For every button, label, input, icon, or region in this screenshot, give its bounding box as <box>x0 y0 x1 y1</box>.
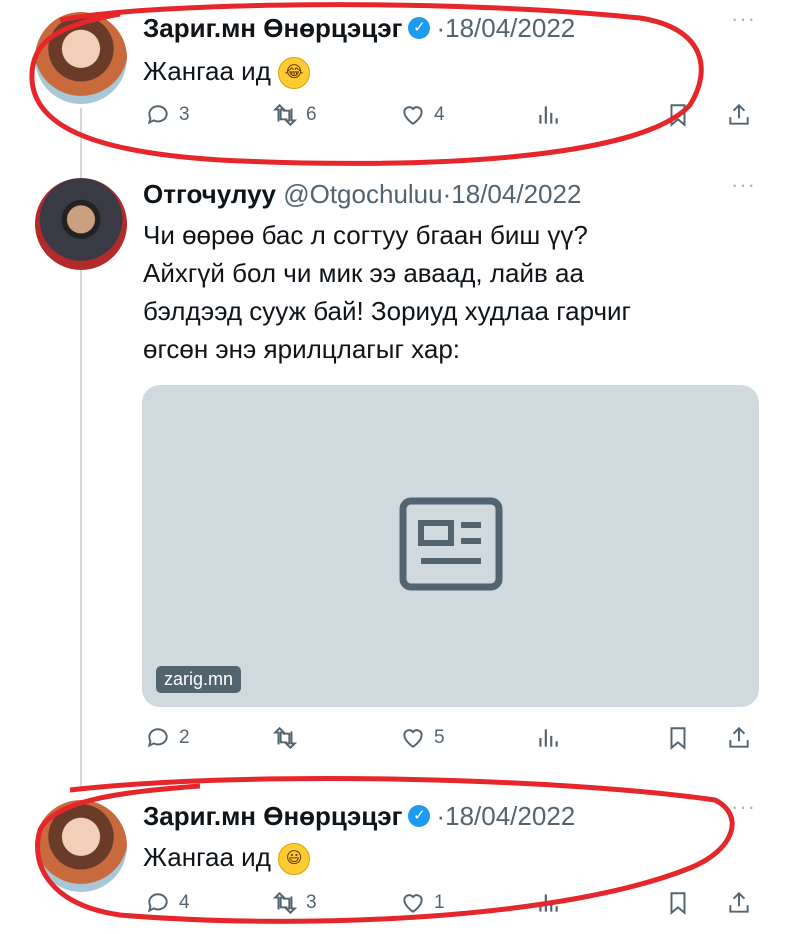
card-domain-label: zarig.mn <box>156 666 242 693</box>
tweet-text: Жангаа ид 😂 <box>143 52 311 90</box>
author-name[interactable]: Отгочулуу <box>143 179 276 209</box>
share-icon <box>729 726 749 748</box>
bookmark-button[interactable] <box>665 890 691 916</box>
bookmark-button[interactable] <box>665 725 691 751</box>
tweet-text-line: бэлдээд сууж бай! Зориуд худлаа гарчиг <box>143 296 632 326</box>
tweet-actions: 4 3 1 <box>0 890 794 922</box>
reply-button[interactable]: 3 <box>145 102 190 128</box>
tweet-text-line: Жангаа ид <box>143 842 271 872</box>
bookmark-icon <box>670 104 686 127</box>
reply-button[interactable]: 2 <box>145 725 190 751</box>
tweet-header: Зариг.мн Өнөрцэцэг ✓ ·18/04/2022 <box>143 800 575 832</box>
more-options-icon[interactable]: ··· <box>731 794 756 820</box>
author-name[interactable]: Зариг.мн Өнөрцэцэг <box>143 13 402 43</box>
bookmark-icon <box>670 727 686 750</box>
reply-count: 4 <box>179 892 190 913</box>
more-options-icon[interactable]: ··· <box>731 6 756 32</box>
like-count: 4 <box>434 104 445 125</box>
reply-count: 2 <box>179 727 190 748</box>
tweet-header: Зариг.мн Өнөрцэцэг ✓ ·18/04/2022 <box>143 12 575 44</box>
tweet-date[interactable]: 18/04/2022 <box>445 13 575 43</box>
tweet-text-line: Чи өөрөө бас л согтуу бгаан биш үү? <box>143 220 588 250</box>
tweet-text: Жангаа ид 😃 <box>143 838 311 876</box>
share-button[interactable] <box>726 890 752 916</box>
author-name[interactable]: Зариг.мн Өнөрцэцэг <box>143 801 402 831</box>
separator-dot: · <box>442 179 452 209</box>
like-button[interactable]: 1 <box>400 890 445 916</box>
reply-icon <box>147 728 168 748</box>
share-button[interactable] <box>726 725 752 751</box>
retweet-icon <box>272 726 298 750</box>
retweet-count: 6 <box>306 104 317 125</box>
tweet-text-line: Жангаа ид <box>143 56 271 86</box>
like-button[interactable]: 5 <box>400 725 445 751</box>
reply-count: 3 <box>179 104 190 125</box>
bookmark-icon <box>670 892 686 915</box>
verified-badge-icon: ✓ <box>408 805 431 828</box>
bookmark-button[interactable] <box>665 102 691 128</box>
like-count: 5 <box>434 727 445 748</box>
retweet-icon <box>272 891 298 915</box>
separator-dot: · <box>436 801 446 831</box>
views-chart-icon <box>539 894 558 912</box>
reply-icon <box>147 105 168 125</box>
retweet-button[interactable]: 3 <box>272 890 317 916</box>
tweet-date[interactable]: 18/04/2022 <box>445 801 575 831</box>
views-chart-icon <box>539 729 558 747</box>
verified-badge-icon: ✓ <box>408 17 431 40</box>
reply-button[interactable]: 4 <box>145 890 190 916</box>
tweet-text-line: өгсөн энэ ярилцлагыг хар: <box>143 334 461 364</box>
heart-icon <box>403 729 423 748</box>
views-button[interactable] <box>535 890 561 916</box>
share-icon <box>729 103 749 125</box>
avatar[interactable] <box>35 800 127 892</box>
reply-icon <box>147 893 168 913</box>
retweet-count: 3 <box>306 892 317 913</box>
retweet-button[interactable] <box>272 725 298 751</box>
author-handle[interactable]: @Otgochuluu <box>283 179 442 209</box>
like-button[interactable]: 4 <box>400 102 445 128</box>
avatar[interactable] <box>35 12 127 104</box>
retweet-button[interactable]: 6 <box>272 102 317 128</box>
retweet-icon <box>272 103 298 127</box>
tweet-date[interactable]: 18/04/2022 <box>451 179 581 209</box>
tweet[interactable]: Зариг.мн Өнөрцэцэг ✓ ·18/04/2022 ··· Жанга… <box>0 794 794 934</box>
views-button[interactable] <box>535 102 561 128</box>
share-icon <box>729 891 749 913</box>
separator-dot: · <box>436 13 446 43</box>
like-count: 1 <box>434 892 445 913</box>
tweet-header: Отгочулуу @Otgochuluu·18/04/2022 <box>143 178 581 210</box>
smiling-emoji-icon: 😃 <box>278 843 311 876</box>
tweet-text: Чи өөрөө бас л согтуу бгаан биш үү? Айхг… <box>143 216 631 368</box>
heart-icon <box>403 106 423 125</box>
tweet-text-line: Айхгүй бол чи мик ээ аваад, лайв аа <box>143 258 584 288</box>
article-icon <box>399 497 503 591</box>
tweet[interactable]: Зариг.мн Өнөрцэцэг ✓ ·18/04/2022 ··· Жанга… <box>0 6 794 152</box>
tweet-actions: 2 5 <box>0 725 794 757</box>
avatar[interactable] <box>35 178 127 270</box>
link-card[interactable]: zarig.mn <box>142 385 759 707</box>
views-button[interactable] <box>535 725 561 751</box>
views-chart-icon <box>539 106 558 124</box>
share-button[interactable] <box>726 102 752 128</box>
heart-icon <box>403 894 423 913</box>
laughing-emoji-icon: 😂 <box>278 57 311 90</box>
tweet-actions: 3 6 4 <box>0 102 794 134</box>
more-options-icon[interactable]: ··· <box>731 172 756 198</box>
